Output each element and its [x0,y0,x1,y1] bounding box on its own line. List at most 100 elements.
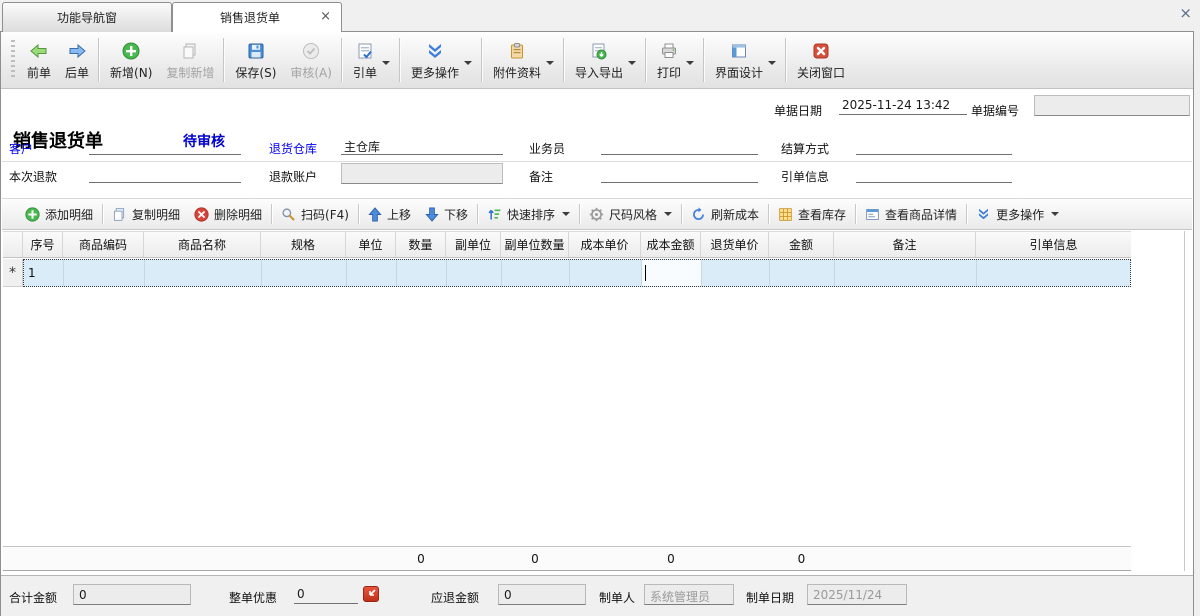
import-export-button[interactable]: 导入导出 [567,32,642,88]
ref-info-label: 引单信息 [781,168,829,185]
dropdown-arrow-icon[interactable] [464,61,472,65]
table-row[interactable]: * 1 [3,259,1131,287]
cell-product-name[interactable] [145,260,262,286]
refund-amount-input[interactable] [89,164,241,183]
row-selection[interactable]: 1 [23,259,1131,287]
toolbar-separator [271,204,272,224]
size-style-button[interactable]: 尺码风格 [582,203,679,226]
dropdown-arrow-icon[interactable] [1051,212,1059,216]
column-header-unit[interactable]: 单位 [346,232,396,257]
add-icon [122,41,140,61]
tab-function-nav[interactable]: 功能导航窗 [2,2,172,32]
doc-number-label: 单据编号 [971,102,1019,119]
attachments-button[interactable]: 附件资料 [485,32,560,88]
discount-edit-button[interactable] [363,586,379,602]
toolbar-grip[interactable] [11,40,15,80]
tab-sales-return[interactable]: 销售退货单 × [172,2,342,32]
view-product-detail-button[interactable]: 查看商品详情 [858,203,964,226]
dropdown-arrow-icon[interactable] [382,61,390,65]
order-discount-input[interactable]: 0 [294,585,358,604]
salesman-input[interactable] [601,136,758,155]
cell-sub-quantity[interactable] [502,260,570,286]
column-header-amount[interactable]: 金额 [769,232,834,257]
copy-detail-button[interactable]: 复制明细 [105,203,187,226]
toolbar-separator [579,204,580,224]
settlement-label: 结算方式 [781,140,829,157]
column-header-remark[interactable]: 备注 [834,232,976,257]
column-header-quantity[interactable]: 数量 [396,232,446,257]
print-button[interactable]: 打印 [649,32,700,88]
toolbar-separator [768,204,769,224]
tab-label: 功能导航窗 [57,9,117,26]
more-actions-button[interactable]: 更多操作 [403,32,478,88]
cell-return-price[interactable] [702,260,770,286]
ref-info-input[interactable] [856,164,1012,183]
move-down-button[interactable]: 下移 [418,203,475,226]
cell-cost-price[interactable] [570,260,642,286]
cell-cost-amount-editing[interactable] [642,260,702,286]
main-toolbar: 前单 后单 新增(N) [1,32,1193,89]
move-up-button[interactable]: 上移 [361,203,418,226]
dropdown-arrow-icon[interactable] [546,61,554,65]
tab-close-icon[interactable]: × [320,10,331,24]
column-header-product-code[interactable]: 商品编码 [63,232,144,257]
main-panel: 前单 后单 新增(N) [0,31,1194,616]
scan-code-button[interactable]: 扫码(F4) [274,203,356,226]
delete-detail-button[interactable]: 删除明细 [187,203,269,226]
add-detail-button[interactable]: 添加明细 [18,203,100,226]
toolbar-separator [223,38,224,82]
cell-ref-info[interactable] [977,260,1129,286]
audit-button: 审核(A) [282,32,338,88]
dropdown-arrow-icon[interactable] [686,61,694,65]
order-discount-label: 整单优惠 [229,589,277,606]
toolbar-separator [98,38,99,82]
refresh-cost-button[interactable]: 刷新成本 [684,203,766,226]
refund-amount-label: 本次退款 [9,168,57,185]
column-header-cost-price[interactable]: 成本单价 [569,232,641,257]
doc-date-input[interactable]: 2025-11-24 13:42 [839,96,967,115]
save-button[interactable]: 保存(S) [227,32,282,88]
cell-seq[interactable]: 1 [24,260,64,286]
cell-quantity[interactable] [397,260,447,286]
column-header-product-name[interactable]: 商品名称 [144,232,261,257]
chevrons-down-icon [425,41,445,61]
toolbar-separator [399,38,400,82]
cell-spec[interactable] [262,260,347,286]
column-header-ref-info[interactable]: 引单信息 [976,232,1131,257]
column-header-return-price[interactable]: 退货单价 [701,232,769,257]
warehouse-input[interactable]: 主仓库 [341,136,503,155]
refundable-amount-label: 应退金额 [431,589,479,606]
view-stock-button[interactable]: 查看库存 [771,203,853,226]
column-header-sub-quantity[interactable]: 副单位数量 [501,232,569,257]
prev-doc-button[interactable]: 前单 [19,32,57,88]
window-close-icon[interactable]: × [1179,4,1192,22]
ui-design-button[interactable]: 界面设计 [707,32,782,88]
column-header-seq[interactable]: 序号 [23,232,63,257]
pull-order-button[interactable]: 引单 [345,32,396,88]
customer-input[interactable] [89,136,241,155]
cell-sub-unit[interactable] [447,260,502,286]
next-doc-button[interactable]: 后单 [57,32,95,88]
cell-amount[interactable] [770,260,835,286]
column-header-sub-unit[interactable]: 副单位 [446,232,501,257]
creation-date-field: 2025/11/24 [807,584,907,605]
dropdown-arrow-icon[interactable] [562,212,570,216]
close-window-button[interactable]: 关闭窗口 [789,32,851,88]
column-header-spec[interactable]: 规格 [261,232,346,257]
more-detail-actions-button[interactable]: 更多操作 [969,203,1066,226]
close-red-icon [812,41,830,61]
tab-bar: 功能导航窗 销售退货单 × × [0,0,1200,31]
column-header-cost-amount[interactable]: 成本金额 [641,232,701,257]
cell-product-code[interactable] [64,260,145,286]
cell-unit[interactable] [347,260,397,286]
cell-remark[interactable] [835,260,977,286]
quick-sort-button[interactable]: 快速排序 [480,203,577,226]
remark-input[interactable] [601,164,758,183]
layout-icon [730,41,748,61]
delete-icon [194,207,209,222]
dropdown-arrow-icon[interactable] [664,212,672,216]
new-button[interactable]: 新增(N) [102,32,158,88]
dropdown-arrow-icon[interactable] [628,61,636,65]
settlement-input[interactable] [856,136,1012,155]
dropdown-arrow-icon[interactable] [768,61,776,65]
